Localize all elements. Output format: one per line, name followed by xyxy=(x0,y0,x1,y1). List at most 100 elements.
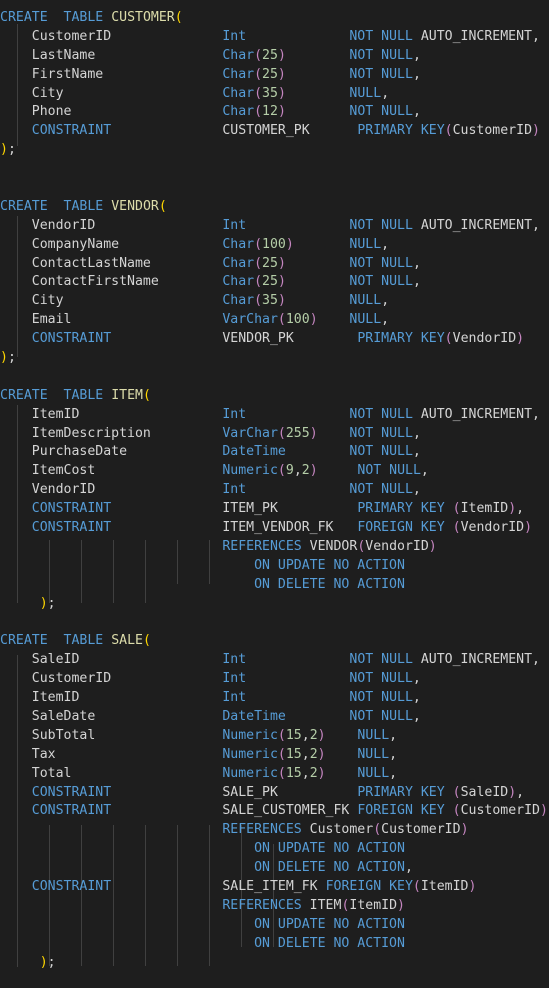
code-token-ws xyxy=(95,709,222,724)
code-token-par: ) xyxy=(277,85,286,101)
code-line[interactable]: ); xyxy=(0,349,549,368)
code-line[interactable]: ItemCost Numeric(9,2) NOT NULL, xyxy=(0,462,549,481)
code-line[interactable]: ItemID Int NOT NULL AUTO_INCREMENT, xyxy=(0,406,549,425)
code-token-ws xyxy=(71,104,222,119)
code-token-par: ) xyxy=(309,463,318,479)
code-token-par: ) xyxy=(516,331,525,347)
code-token-ws xyxy=(246,482,349,497)
code-token-par: ( xyxy=(444,123,453,139)
code-token-num: 2 xyxy=(309,746,318,762)
code-line[interactable]: ItemDescription VarChar(255) NOT NULL, xyxy=(0,425,549,444)
code-token-ent: CUSTOMER xyxy=(111,10,175,25)
code-token-ypar: ) xyxy=(0,142,8,158)
code-line[interactable]: ON UPDATE NO ACTION xyxy=(0,916,549,935)
code-token-ws xyxy=(413,218,421,233)
code-line[interactable]: REFERENCES ITEM(ItemID) xyxy=(0,897,549,916)
code-line[interactable]: CustomerID Int NOT NULL AUTO_INCREMENT, xyxy=(0,28,549,47)
code-line[interactable]: CONSTRAINT ITEM_PK PRIMARY KEY (ItemID), xyxy=(0,500,549,519)
code-line[interactable]: ON DELETE NO ACTION, xyxy=(0,859,549,878)
code-line[interactable]: VendorID Int NOT NULL, xyxy=(0,481,549,500)
code-line[interactable]: VendorID Int NOT NULL AUTO_INCREMENT, xyxy=(0,217,549,236)
code-line[interactable]: Total Numeric(15,2) NULL, xyxy=(0,765,549,784)
code-token-ws xyxy=(302,539,310,554)
code-token-par: ( xyxy=(277,463,286,479)
code-token-kw: ON UPDATE NO ACTION xyxy=(254,557,405,573)
code-line[interactable]: Email VarChar(100) NULL, xyxy=(0,311,549,330)
code-token-kw: TABLE xyxy=(63,633,104,649)
code-token-par: ) xyxy=(309,425,318,441)
code-line[interactable]: CREATE TABLE CUSTOMER( xyxy=(0,9,549,28)
code-token-ws xyxy=(0,577,254,592)
code-token-punc: , xyxy=(532,406,540,422)
code-token-ws xyxy=(111,803,222,818)
code-line[interactable]: LastName Char(25) NOT NULL, xyxy=(0,47,549,66)
code-token-par: ) xyxy=(524,520,533,536)
code-token-ws xyxy=(0,860,254,875)
code-line[interactable] xyxy=(0,179,549,198)
code-line[interactable]: CREATE TABLE ITEM( xyxy=(0,387,549,406)
code-line[interactable]: Tax Numeric(15,2) NULL, xyxy=(0,746,549,765)
code-token-typ: Char xyxy=(222,255,255,271)
code-token-ws xyxy=(127,444,222,459)
code-line[interactable] xyxy=(0,368,549,387)
code-line[interactable]: ON DELETE NO ACTION xyxy=(0,576,549,595)
code-line[interactable]: City Char(35) NULL, xyxy=(0,292,549,311)
code-line[interactable]: CREATE TABLE SALE( xyxy=(0,632,549,651)
code-token-kw: FOREIGN KEY xyxy=(357,520,445,536)
code-line[interactable]: CONSTRAINT CUSTOMER_PK PRIMARY KEY(Custo… xyxy=(0,122,549,141)
code-line[interactable]: CONSTRAINT SALE_PK PRIMARY KEY (SaleID), xyxy=(0,784,549,803)
code-line[interactable]: ContactFirstName Char(25) NOT NULL, xyxy=(0,273,549,292)
code-line[interactable]: ON UPDATE NO ACTION xyxy=(0,557,549,576)
code-token-kw: NULL xyxy=(349,312,382,328)
code-line[interactable]: REFERENCES Customer(CustomerID) xyxy=(0,821,549,840)
code-token-num: 100 xyxy=(285,312,310,328)
code-line[interactable]: CompanyName Char(100) NULL, xyxy=(0,236,549,255)
code-token-punc: , xyxy=(412,255,421,271)
code-line[interactable]: PurchaseDate DateTime NOT NULL, xyxy=(0,443,549,462)
code-token-num: 12 xyxy=(262,104,278,120)
code-line[interactable]: REFERENCES VENDOR(VendorID) xyxy=(0,538,549,557)
code-text-layer[interactable]: CREATE TABLE CUSTOMER( CustomerID Int NO… xyxy=(0,0,549,972)
code-line[interactable]: ON UPDATE NO ACTION xyxy=(0,840,549,859)
code-line[interactable]: CONSTRAINT SALE_ITEM_FK FOREIGN KEY(Item… xyxy=(0,878,549,897)
code-token-ident: ItemID xyxy=(420,878,469,894)
code-line[interactable]: CONSTRAINT VENDOR_PK PRIMARY KEY(VendorI… xyxy=(0,330,549,349)
code-line[interactable]: FirstName Char(25) NOT NULL, xyxy=(0,66,549,85)
code-token-par: ( xyxy=(444,331,453,347)
code-line[interactable]: CustomerID Int NOT NULL, xyxy=(0,670,549,689)
code-editor-surface[interactable]: CREATE TABLE CUSTOMER( CustomerID Int NO… xyxy=(0,0,549,988)
code-token-par: ( xyxy=(452,501,461,517)
code-token-ws xyxy=(71,312,222,327)
code-token-par: ) xyxy=(508,501,517,517)
code-token-par: ) xyxy=(428,538,437,554)
code-line[interactable]: ItemID Int NOT NULL, xyxy=(0,689,549,708)
code-token-par: ( xyxy=(452,803,461,819)
code-token-ws xyxy=(79,690,222,705)
code-line[interactable]: ); xyxy=(0,141,549,160)
code-line[interactable]: CONSTRAINT SALE_CUSTOMER_FK FOREIGN KEY … xyxy=(0,802,549,821)
code-token-ident: VendorID xyxy=(0,217,96,233)
code-token-ws xyxy=(278,785,357,800)
code-line[interactable]: SaleDate DateTime NOT NULL, xyxy=(0,708,549,727)
code-line[interactable]: Phone Char(12) NOT NULL, xyxy=(0,103,549,122)
code-line[interactable] xyxy=(0,614,549,633)
code-line[interactable]: ); xyxy=(0,954,549,973)
code-token-kw: NULL xyxy=(349,85,382,101)
code-token-ident: ItemDescription xyxy=(0,425,151,441)
code-line[interactable]: SubTotal Numeric(15,2) NULL, xyxy=(0,727,549,746)
code-token-par: ) xyxy=(317,746,326,762)
code-token-num: 15 xyxy=(285,727,302,743)
code-token-num: 35 xyxy=(262,293,278,309)
code-line[interactable]: SaleID Int NOT NULL AUTO_INCREMENT, xyxy=(0,651,549,670)
code-line[interactable]: CREATE TABLE VENDOR( xyxy=(0,198,549,217)
code-line[interactable]: CONSTRAINT ITEM_VENDOR_FK FOREIGN KEY (V… xyxy=(0,519,549,538)
code-token-kw: NOT NULL xyxy=(349,652,413,668)
code-line[interactable]: ON DELETE NO ACTION xyxy=(0,935,549,954)
code-line[interactable]: ContactLastName Char(25) NOT NULL, xyxy=(0,255,549,274)
code-token-par: ) xyxy=(317,727,326,743)
code-token-kw: CONSTRAINT xyxy=(31,501,112,517)
code-line[interactable]: City Char(35) NULL, xyxy=(0,85,549,104)
code-token-kw: FOREIGN KEY xyxy=(357,803,445,819)
code-line[interactable] xyxy=(0,160,549,179)
code-line[interactable]: ); xyxy=(0,595,549,614)
